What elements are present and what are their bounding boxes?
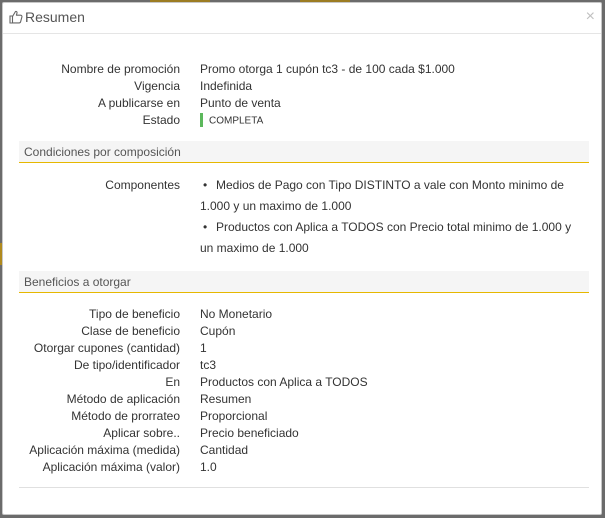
field-label: Aplicación máxima (valor) [42,460,180,474]
benefit-row: De tipo/identificador tc3 [19,357,589,374]
field-value: Cupón [200,324,236,338]
summary-modal: Resumen × Nombre de promoción Promo otor… [2,2,602,515]
components-list: • Medios de Pago con Tipo DISTINTO a val… [200,175,585,259]
field-label: De tipo/identificador [73,358,180,372]
field-label: Método de prorrateo [71,409,180,423]
benefit-row: Método de aplicación Resumen [19,391,589,408]
benefit-row: En Productos con Aplica a TODOS [19,374,589,391]
modal-header: Resumen × [3,3,601,34]
field-label: Vigencia [134,79,180,93]
list-item: • Medios de Pago con Tipo DISTINTO a val… [200,175,585,217]
benefit-row: Tipo de beneficio No Monetario [19,306,589,323]
benefit-row: Aplicación máxima (valor) 1.0 [19,459,589,476]
summary-row-name: Nombre de promoción Promo otorga 1 cupón… [19,61,589,78]
section-benefits: Beneficios a otorgar [19,271,589,293]
summary-row-vigencia: Vigencia Indefinida [19,78,589,95]
field-value: Resumen [200,392,252,406]
benefit-row: Aplicar sobre.. Precio beneficiado [19,425,589,442]
field-label: Componentes [105,178,180,192]
field-value: Precio beneficiado [200,426,299,440]
benefit-row: Clase de beneficio Cupón [19,323,589,340]
component-text: Medios de Pago con Tipo DISTINTO a vale … [200,178,564,213]
field-value: 1 [200,341,207,355]
field-label: Aplicación máxima (medida) [29,443,180,457]
field-label: A publicarse en [97,96,180,110]
field-value: Promo otorga 1 cupón tc3 - de 100 cada $… [200,62,455,76]
section-conditions: Condiciones por composición [19,141,589,163]
field-value: Proporcional [200,409,268,423]
section-title: Beneficios a otorgar [24,275,131,289]
field-value: No Monetario [200,307,273,321]
field-label: En [165,375,180,389]
benefit-row: Aplicación máxima (medida) Cantidad [19,442,589,459]
status-text: COMPLETA [209,115,264,127]
field-value: Cantidad [200,443,249,457]
benefit-row: Método de prorrateo Proporcional [19,408,589,425]
footer-divider [19,487,589,488]
summary-row-status: Estado COMPLETA [19,112,589,129]
field-value: Productos con Aplica a TODOS [200,375,368,389]
field-value: Punto de venta [200,96,281,110]
field-value: tc3 [200,358,217,372]
thumbs-up-icon [9,10,23,24]
component-text: Productos con Aplica a TODOS con Precio … [200,220,572,255]
field-label: Aplicar sobre.. [103,426,180,440]
field-label: Método de aplicación [66,392,180,406]
bullet-icon: • [203,178,208,192]
modal-title: Resumen [25,9,85,25]
bullet-icon: • [203,220,208,234]
list-item: • Productos con Aplica a TODOS con Preci… [200,217,585,259]
field-label: Tipo de beneficio [89,307,180,321]
status-indicator [200,112,203,127]
field-label: Otorgar cupones (cantidad) [33,341,180,355]
status-badge: COMPLETA [200,112,263,129]
benefit-row: Otorgar cupones (cantidad) 1 [19,340,589,357]
close-button[interactable]: × [586,7,595,27]
field-label: Nombre de promoción [61,62,180,76]
section-title: Condiciones por composición [24,145,181,159]
field-value: Indefinida [200,79,253,93]
field-label: Clase de beneficio [81,324,180,338]
summary-row-publish: A publicarse en Punto de venta [19,95,589,112]
field-label: Estado [142,113,180,127]
field-value: 1.0 [200,460,217,474]
